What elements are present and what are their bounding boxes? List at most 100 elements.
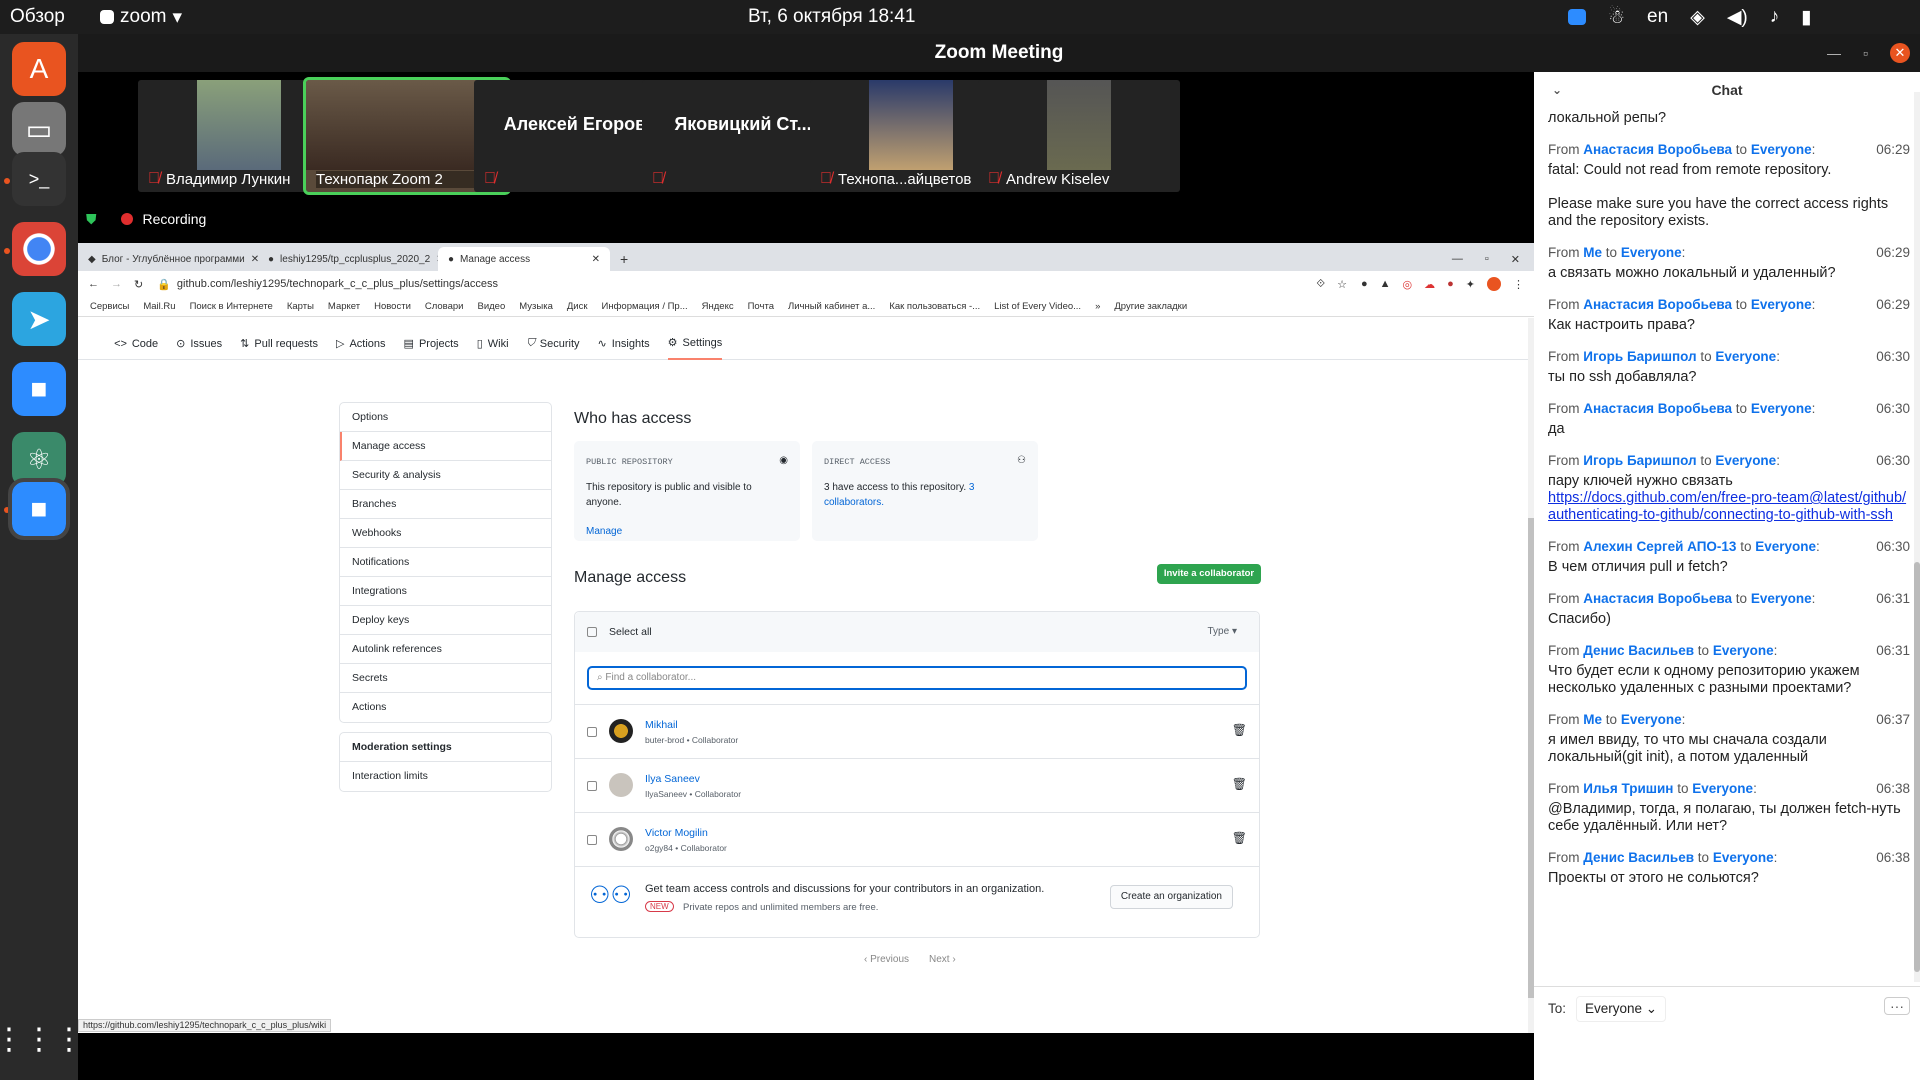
menu-item-manage-access[interactable]: Manage access: [340, 432, 551, 461]
zoom-meeting-icon[interactable]: ■: [8, 478, 70, 540]
recipient-dropdown[interactable]: Everyone ⌄: [1576, 996, 1667, 1022]
sender-name[interactable]: Илья Тришин: [1583, 781, 1673, 796]
zoom-tray-icon[interactable]: [1568, 9, 1586, 25]
tab-insights[interactable]: ∿ Insights: [598, 328, 650, 360]
extension-icon[interactable]: ▲: [1380, 278, 1391, 290]
menu-item-autolink[interactable]: Autolink references: [340, 635, 551, 664]
activities-button[interactable]: Обзор: [10, 0, 65, 34]
chrome-icon[interactable]: [12, 222, 66, 276]
bookmark[interactable]: List of Every Video...: [994, 301, 1081, 312]
accessibility-icon[interactable]: ☃: [1608, 6, 1625, 29]
new-tab-button[interactable]: +: [610, 247, 650, 271]
back-icon[interactable]: ←: [88, 278, 99, 290]
message-link[interactable]: https://docs.github.com/en/free-pro-team…: [1548, 490, 1910, 524]
bookmark[interactable]: Личный кабинет а...: [788, 301, 875, 312]
files-icon[interactable]: ▭: [12, 102, 66, 156]
sender-name[interactable]: Игорь Баришпол: [1583, 453, 1696, 468]
avatar[interactable]: [609, 827, 633, 851]
sender-name[interactable]: Денис Васильев: [1583, 643, 1694, 658]
more-bookmarks-icon[interactable]: »: [1095, 301, 1100, 312]
reload-icon[interactable]: ↻: [134, 278, 143, 291]
menu-icon[interactable]: ⋮: [1513, 278, 1524, 291]
create-organization-button[interactable]: Create an organization: [1109, 885, 1233, 909]
browser-tab[interactable]: ◆ Блог - Углублённое программи ✕: [78, 247, 258, 271]
terminal-icon[interactable]: >_: [12, 152, 66, 206]
translate-icon[interactable]: ⟐: [1316, 278, 1325, 291]
menu-item-interaction-limits[interactable]: Interaction limits: [340, 762, 551, 791]
mic-icon[interactable]: ♪: [1770, 6, 1780, 28]
chat-input[interactable]: [1548, 1031, 1906, 1071]
close-icon[interactable]: ✕: [1890, 43, 1910, 63]
select-all-checkbox[interactable]: [587, 627, 597, 637]
tab-code[interactable]: <> Code: [114, 328, 158, 360]
collaborator-name[interactable]: Ilya Saneev: [645, 773, 700, 785]
browser-tab-active[interactable]: ● Manage access ✕: [438, 247, 610, 271]
profile-avatar[interactable]: [1487, 277, 1501, 291]
tab-security[interactable]: ⛉ Security: [527, 328, 580, 360]
trash-icon[interactable]: 🗑: [1232, 723, 1247, 737]
close-tab-icon[interactable]: ✕: [592, 254, 600, 265]
bookmark[interactable]: Поиск в Интернете: [190, 301, 273, 312]
other-bookmarks[interactable]: Другие закладки: [1114, 301, 1187, 312]
bookmark[interactable]: Словари: [425, 301, 464, 312]
collaborator-name[interactable]: Mikhail: [645, 719, 678, 731]
recording-icon[interactable]: [120, 213, 133, 225]
bookmark[interactable]: Почта: [748, 301, 774, 312]
app-menu[interactable]: zoom ▾: [100, 0, 182, 34]
type-filter[interactable]: Type ▾: [1208, 626, 1238, 637]
lang-indicator[interactable]: en: [1647, 6, 1668, 28]
puzzle-icon[interactable]: ✦: [1466, 278, 1475, 291]
sender-name[interactable]: Анастасия Воробьева: [1583, 297, 1732, 312]
software-center-icon[interactable]: A: [12, 42, 66, 96]
sender-name[interactable]: Анастасия Воробьева: [1583, 591, 1732, 606]
extension-icon[interactable]: ●: [1361, 278, 1368, 290]
wifi-icon[interactable]: ◈: [1690, 6, 1705, 29]
maximize-icon[interactable]: ▫: [1863, 45, 1868, 61]
sender-name[interactable]: Денис Васильев: [1583, 850, 1694, 865]
close-icon[interactable]: ✕: [1511, 253, 1520, 266]
avatar[interactable]: [609, 773, 633, 797]
find-collaborator-input[interactable]: ⌕ Find a collaborator...: [587, 666, 1247, 690]
bookmark[interactable]: Карты: [287, 301, 314, 312]
bookmark[interactable]: Музыка: [519, 301, 553, 312]
atom-icon[interactable]: ⚛: [12, 432, 66, 486]
battery-icon[interactable]: ▮: [1801, 6, 1811, 29]
trash-icon[interactable]: 🗑: [1232, 777, 1247, 791]
menu-item-deploy-keys[interactable]: Deploy keys: [340, 606, 551, 635]
extension-icon[interactable]: ◎: [1403, 278, 1413, 291]
minimize-icon[interactable]: —: [1827, 45, 1841, 61]
url-field[interactable]: github.com/leshiy1295/technopark_c_c_plu…: [177, 278, 1317, 290]
bookmark[interactable]: Сервисы: [90, 301, 129, 312]
tab-issues[interactable]: ⊙ Issues: [176, 328, 222, 360]
telegram-icon[interactable]: ➤: [12, 292, 66, 346]
next-page[interactable]: Next ›: [929, 954, 956, 965]
show-apps-icon[interactable]: ⋮⋮⋮: [0, 1012, 84, 1066]
manage-link[interactable]: Manage: [586, 524, 788, 539]
minimize-icon[interactable]: —: [1452, 253, 1463, 265]
menu-item-branches[interactable]: Branches: [340, 490, 551, 519]
extension-icon[interactable]: ☁: [1424, 278, 1435, 291]
chevron-down-icon[interactable]: ⌄: [1552, 83, 1562, 97]
sender-name[interactable]: Анастасия Воробьева: [1583, 142, 1732, 157]
zoom-icon[interactable]: ■: [12, 362, 66, 416]
collaborator-name[interactable]: Victor Mogilin: [645, 827, 708, 839]
browser-tab[interactable]: ●leshiy1295/tp_ccplusplus_2020_2✕: [258, 247, 438, 271]
invite-collaborator-button[interactable]: Invite a collaborator: [1157, 564, 1261, 584]
menu-item-integrations[interactable]: Integrations: [340, 577, 551, 606]
sender-name[interactable]: Me: [1583, 245, 1602, 260]
star-icon[interactable]: ☆: [1337, 278, 1347, 291]
trash-icon[interactable]: 🗑: [1232, 831, 1247, 845]
bookmark[interactable]: Маркет: [328, 301, 360, 312]
more-options-icon[interactable]: ···: [1884, 997, 1910, 1015]
clock[interactable]: Вт, 6 октября 18:41: [748, 0, 915, 34]
tab-projects[interactable]: ▤ Projects: [404, 328, 459, 360]
bookmark[interactable]: Диск: [567, 301, 588, 312]
sender-name[interactable]: Me: [1583, 712, 1602, 727]
sender-name[interactable]: Анастасия Воробьева: [1583, 401, 1732, 416]
participant-tile[interactable]: 🎙̸ Andrew Kiselev: [978, 80, 1180, 192]
chat-scrollbar[interactable]: [1914, 92, 1920, 982]
sender-name[interactable]: Алехин Сергей АПО-13: [1583, 539, 1736, 554]
bookmark[interactable]: Новости: [374, 301, 411, 312]
tab-settings[interactable]: ⚙ Settings: [667, 328, 723, 360]
volume-icon[interactable]: ◀): [1727, 6, 1748, 29]
